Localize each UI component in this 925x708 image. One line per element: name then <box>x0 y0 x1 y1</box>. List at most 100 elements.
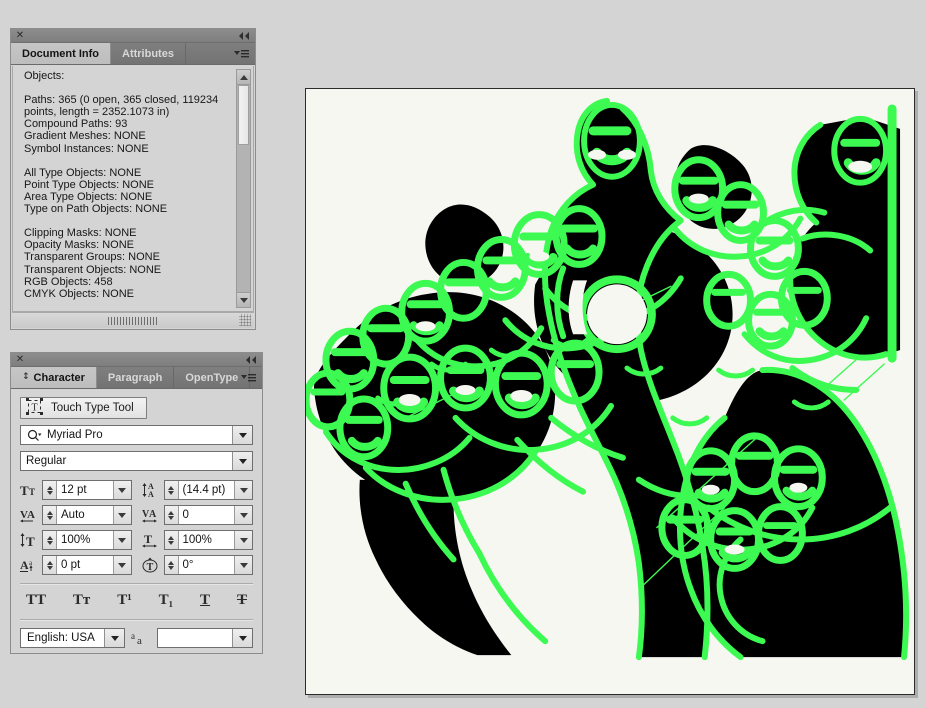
tab-character[interactable]: ↕ Character <box>11 367 97 388</box>
character-rotation-value[interactable]: 0° <box>178 556 234 574</box>
baseline-shift-value[interactable]: 0 pt <box>57 556 113 574</box>
strikethrough-button[interactable]: T <box>237 593 247 608</box>
scroll-down-arrow-icon[interactable] <box>237 292 250 307</box>
tab-document-info-label: Document Info <box>22 47 99 60</box>
kerning-dropdown-icon[interactable] <box>112 506 131 524</box>
character-rotation-field[interactable]: T 0° <box>142 555 253 575</box>
illustrator-artboard[interactable] <box>305 88 915 695</box>
kerning-icon: V A <box>20 507 42 523</box>
baseline-shift-field[interactable]: A a 0 pt <box>20 555 132 575</box>
font-size-dropdown-icon[interactable] <box>112 481 131 499</box>
document-info-footer <box>12 312 254 328</box>
language-combo[interactable]: English: USA <box>20 628 125 648</box>
tracking-dropdown-icon[interactable] <box>234 506 252 524</box>
panel-resize-grip[interactable] <box>239 314 251 326</box>
document-info-panel: ✕ Document Info Attributes Objects: Path… <box>10 28 256 330</box>
tab-opentype-label: OpenType <box>185 371 239 384</box>
tracking-spinner[interactable]: 0 <box>163 505 253 525</box>
font-size-icon: T T <box>20 482 42 498</box>
collapse-panel-icon[interactable] <box>245 355 258 365</box>
font-style-value[interactable]: Regular <box>21 452 232 470</box>
font-family-combo[interactable]: Myriad Pro <box>20 425 253 445</box>
vertical-scale-dropdown-icon[interactable] <box>112 531 131 549</box>
baseline-shift-dropdown-icon[interactable] <box>112 556 131 574</box>
language-dropdown-icon[interactable] <box>104 629 124 647</box>
horizontal-scale-icon: T <box>141 532 164 548</box>
tracking-icon: V A <box>141 507 164 523</box>
svg-text:A: A <box>149 509 157 520</box>
horizontal-scale-field[interactable]: T 100% <box>141 530 253 550</box>
tracking-value[interactable]: 0 <box>178 506 234 524</box>
kerning-stepper[interactable] <box>43 506 57 524</box>
panel-menu-icon[interactable] <box>239 372 257 384</box>
horizontal-scale-dropdown-icon[interactable] <box>234 531 252 549</box>
character-tabstrip: ↕ Character Paragraph OpenType <box>11 367 262 389</box>
character-panel-body: T Touch Type Tool Myriad Pro Regular T T… <box>12 390 261 652</box>
panel-grip-handle[interactable] <box>108 317 158 325</box>
character-divider <box>20 583 253 585</box>
tab-document-info[interactable]: Document Info <box>11 43 111 64</box>
font-search-icon <box>27 429 42 442</box>
horizontal-scale-value[interactable]: 100% <box>178 531 234 549</box>
character-titlebar: ✕ <box>11 353 262 367</box>
touch-type-tool-button[interactable]: T Touch Type Tool <box>20 397 147 419</box>
tabstrip-filler <box>186 43 255 64</box>
baseline-shift-stepper[interactable] <box>43 556 57 574</box>
document-info-scrollbar[interactable] <box>236 69 251 308</box>
underline-button[interactable]: T <box>200 593 210 608</box>
close-icon[interactable]: ✕ <box>15 354 25 365</box>
font-size-stepper[interactable] <box>43 481 57 499</box>
kerning-value[interactable]: Auto <box>57 506 113 524</box>
superscript-button[interactable]: T¹ <box>117 593 132 608</box>
subscript-button[interactable]: T₁ <box>159 593 174 608</box>
anti-aliasing-dropdown-icon[interactable] <box>232 629 252 647</box>
font-size-field[interactable]: T T 12 pt <box>20 480 132 500</box>
small-caps-button[interactable]: Tт <box>73 593 90 608</box>
panel-menu-icon[interactable] <box>232 48 250 60</box>
leading-value[interactable]: (14.4 pt) <box>178 481 234 499</box>
close-icon[interactable]: ✕ <box>15 30 25 41</box>
anti-aliasing-value[interactable] <box>158 629 232 647</box>
tab-paragraph[interactable]: Paragraph <box>97 367 175 388</box>
character-rotation-stepper[interactable] <box>164 556 179 574</box>
language-value[interactable]: English: USA <box>21 629 104 647</box>
character-rotation-dropdown-icon[interactable] <box>234 556 252 574</box>
leading-field[interactable]: A A (14.4 pt) <box>142 480 253 500</box>
svg-text:T: T <box>20 483 29 498</box>
leading-stepper[interactable] <box>164 481 179 499</box>
anti-aliasing-icon: a a <box>125 630 157 646</box>
svg-text:A: A <box>148 490 154 498</box>
font-family-value-wrap[interactable]: Myriad Pro <box>21 426 232 444</box>
font-style-combo[interactable]: Regular <box>20 451 253 471</box>
horizontal-scale-stepper[interactable] <box>164 531 179 549</box>
tab-attributes[interactable]: Attributes <box>111 43 186 64</box>
baseline-shift-spinner[interactable]: 0 pt <box>42 555 132 575</box>
vertical-scale-value[interactable]: 100% <box>57 531 113 549</box>
vertical-scale-stepper[interactable] <box>43 531 57 549</box>
all-caps-button[interactable]: TT <box>26 593 46 608</box>
vertical-scale-spinner[interactable]: 100% <box>42 530 132 550</box>
font-size-spinner[interactable]: 12 pt <box>42 480 132 500</box>
scrollbar-thumb[interactable] <box>238 85 249 145</box>
svg-text:T: T <box>26 534 35 548</box>
kerning-field[interactable]: V A Auto <box>20 505 132 525</box>
collapse-panel-icon[interactable] <box>238 31 251 41</box>
scroll-up-arrow-icon[interactable] <box>237 70 250 85</box>
leading-spinner[interactable]: (14.4 pt) <box>163 480 253 500</box>
font-family-dropdown-icon[interactable] <box>232 426 252 444</box>
vertical-scale-field[interactable]: T 100% <box>20 530 132 550</box>
font-style-dropdown-icon[interactable] <box>232 452 252 470</box>
leading-dropdown-icon[interactable] <box>234 481 252 499</box>
tabstrip-filler <box>241 367 262 388</box>
anti-aliasing-combo[interactable] <box>157 628 253 648</box>
tab-character-label: Character <box>33 371 85 384</box>
tracking-stepper[interactable] <box>164 506 179 524</box>
horizontal-scale-spinner[interactable]: 100% <box>163 530 253 550</box>
svg-text:a: a <box>131 631 135 641</box>
font-size-value[interactable]: 12 pt <box>57 481 113 499</box>
character-metrics-grid: T T 12 pt A A (14.4 pt) V A Auto V A 0 T… <box>20 480 253 575</box>
tracking-field[interactable]: V A 0 <box>141 505 253 525</box>
character-rotation-spinner[interactable]: 0° <box>163 555 253 575</box>
svg-text:T: T <box>146 562 153 573</box>
kerning-spinner[interactable]: Auto <box>42 505 132 525</box>
